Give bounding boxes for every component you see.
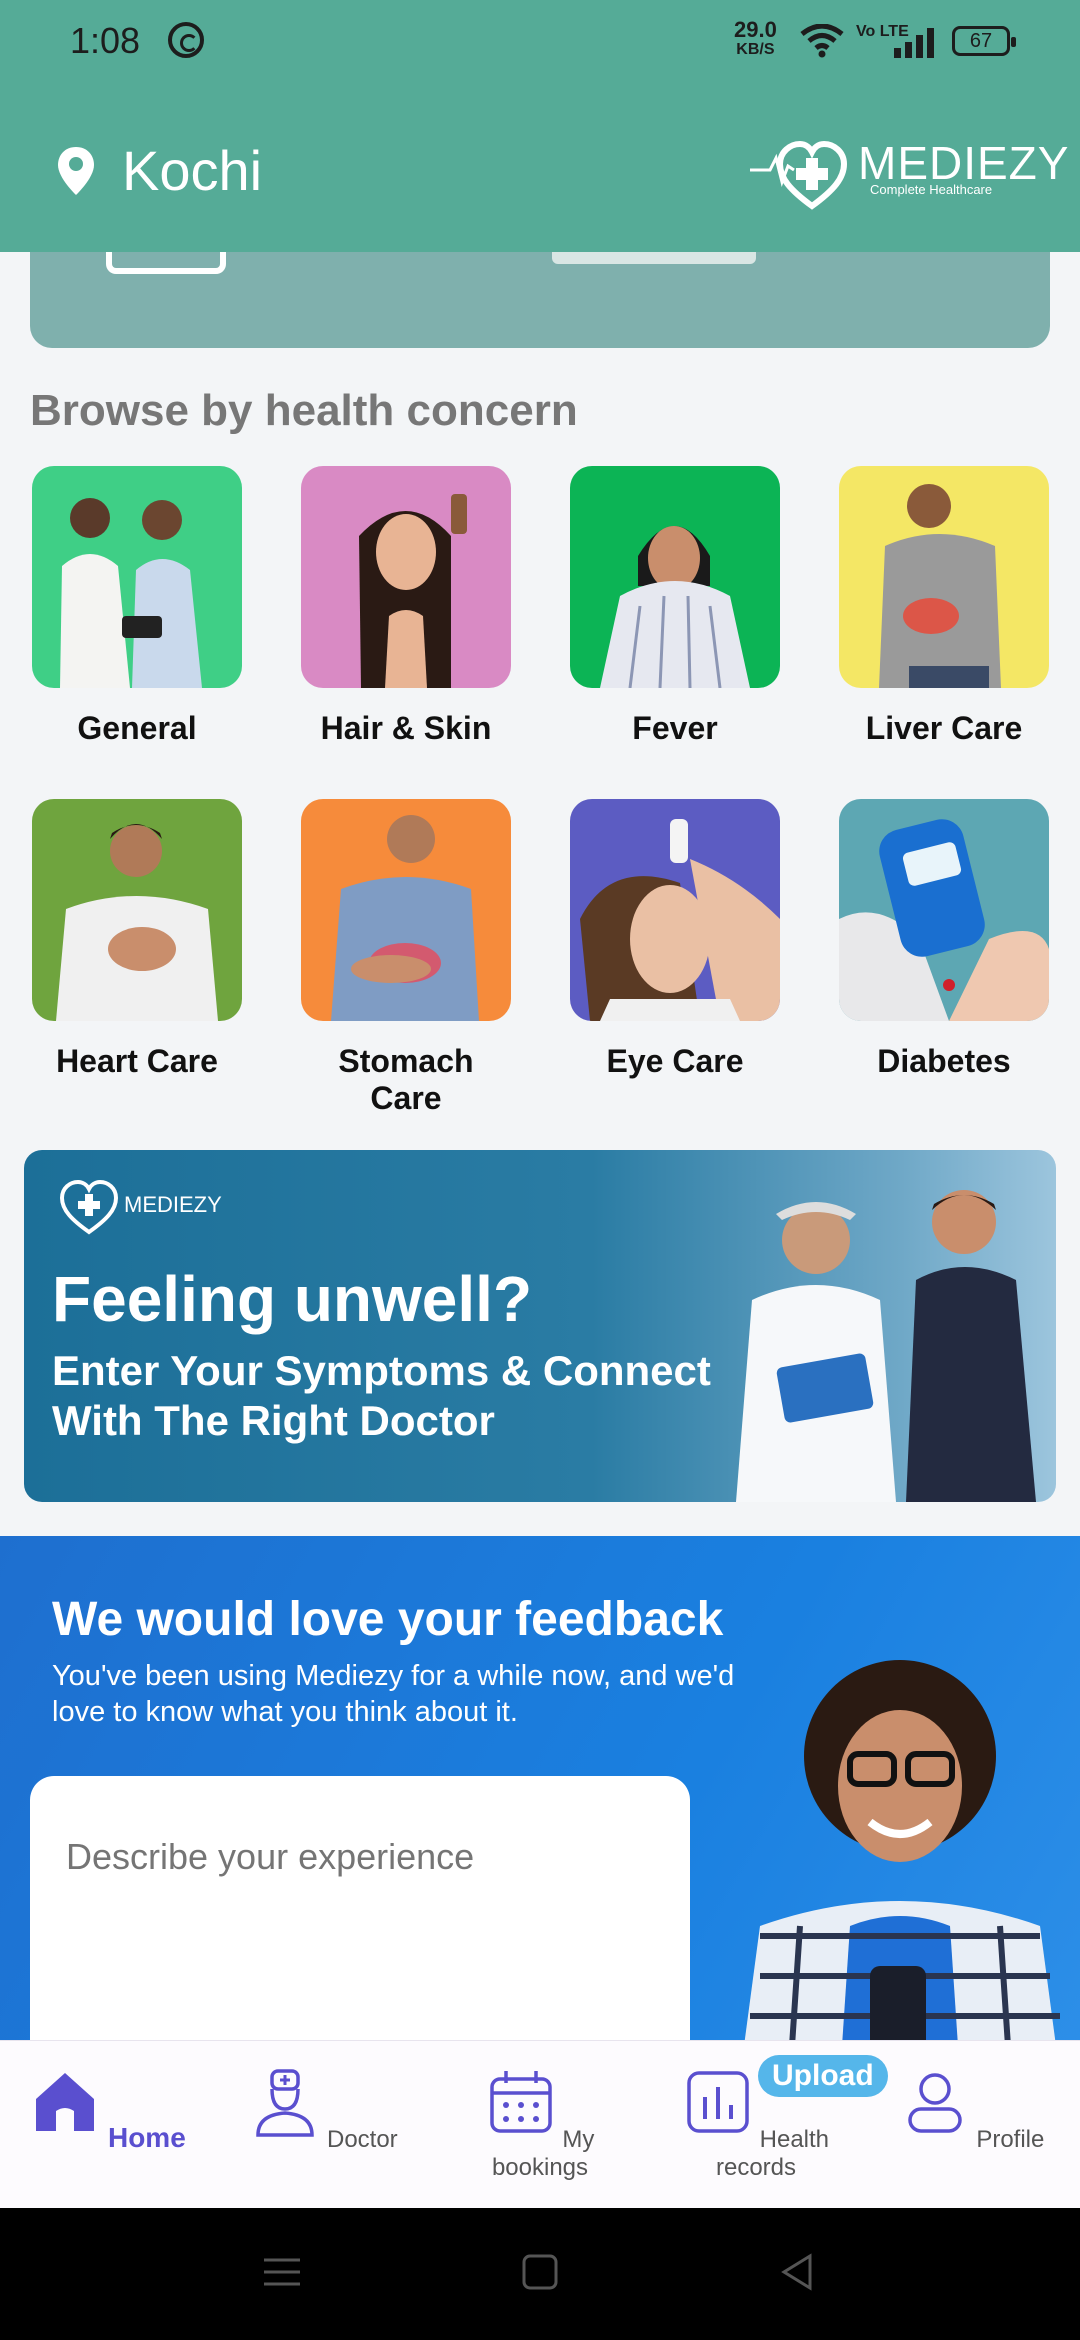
health-concern-grid: General Hair & Skin Fever Liver Care Hea… [32,466,1052,1117]
category-diabetes[interactable]: Diabetes [839,799,1049,1117]
status-time: 1:08 [70,20,141,61]
category-thumb [32,799,242,1021]
eye-drops-image [580,819,780,1021]
nav-doctor[interactable]: Doctor [224,2067,424,2154]
mediezy-logo: MEDIEZY Complete Healthcare [750,126,1068,216]
promo-logo: MEDIEZY [54,1170,222,1240]
section-title: Browse by health concern [30,386,578,435]
category-thumb [32,466,242,688]
stomach-pain-image [331,815,479,1021]
category-fever[interactable]: Fever [570,466,780,747]
home-icon [36,2073,95,2131]
category-label: Eye Care [606,1043,744,1079]
upload-badge[interactable]: Upload [758,2055,888,2097]
home-button-icon[interactable] [520,2252,560,2292]
category-label: Stomach Care [338,1043,474,1116]
liver-pain-image [879,484,1001,688]
woman-hair-image [359,494,467,688]
category-label: Heart Care [56,1043,218,1079]
category-thumb [839,799,1049,1021]
location-pin-icon [58,146,94,195]
feedback-input[interactable] [30,1776,690,2076]
network-speed-unit: KB/S [736,41,775,58]
system-nav-bar [0,2208,1080,2340]
category-thumb [570,799,780,1021]
nav-my-bookings[interactable]: My bookings [440,2067,640,2182]
nav-label: Doctor [326,2126,398,2153]
location-selector[interactable]: Kochi [56,138,262,203]
battery-icon: 67 [952,26,1016,56]
heart-pain-image [56,824,218,1021]
nav-label: Profile [976,2126,1045,2153]
whatsapp-icon [168,22,204,58]
app-header: 1:08 29.0 KB/S Vo LTE 67 Kochi MEDIEZY C… [0,0,1080,252]
brand-tagline: Complete Healthcare [870,182,993,197]
doctors-image [736,1190,1036,1502]
category-label: Diabetes [877,1043,1011,1079]
nav-home[interactable]: Home [8,2067,208,2154]
calendar-icon [489,2071,552,2133]
promo-logo-text: MEDIEZY [124,1192,222,1217]
status-bar: 1:08 29.0 KB/S Vo LTE 67 [0,0,1080,84]
banner-button [552,252,756,264]
category-thumb [301,466,511,688]
network-speed: 29.0 KB/S [734,17,777,60]
doctor-patient-image [60,498,202,688]
category-thumb [301,799,511,1021]
menu-icon[interactable] [262,2252,302,2292]
network-speed-value: 29.0 [734,17,777,42]
category-eye-care[interactable]: Eye Care [570,799,780,1117]
feedback-subtitle: You've been using Mediezy for a while no… [52,1660,735,1728]
symptom-checker-banner[interactable]: MEDIEZY Feeling unwell? Enter Your Sympt… [24,1150,1056,1502]
nav-label: Home [107,2122,186,2153]
category-stomach-care[interactable]: Stomach Care [301,799,511,1117]
category-label: Fever [632,710,718,746]
category-thumb [839,466,1049,688]
category-liver-care[interactable]: Liver Care [839,466,1049,747]
feedback-title: We would love your feedback [52,1593,724,1646]
category-label: Hair & Skin [320,710,492,746]
feedback-section: We would love your feedback You've been … [0,1536,1080,2076]
wifi-icon [800,24,844,58]
doctor-icon [256,2069,315,2137]
nav-profile[interactable]: Profile [872,2067,1072,2154]
signal-icon [894,28,934,58]
category-general[interactable]: General [32,466,242,747]
heart-cross-icon [59,1179,119,1235]
category-label: General [77,710,197,746]
promo-subline: Enter Your Symptoms & Connect With The R… [52,1347,711,1444]
category-thumb [570,466,780,688]
bottom-navigation: Home Doctor My bookings Health records P… [0,2040,1080,2208]
promo-headline: Feeling unwell? [52,1263,533,1335]
category-label: Liver Care [865,710,1023,746]
location-city: Kochi [122,139,263,202]
heart-cross-icon [750,140,848,210]
category-heart-care[interactable]: Heart Care [32,799,242,1117]
back-icon[interactable] [778,2252,818,2292]
profile-icon [907,2073,962,2133]
category-hair-skin[interactable]: Hair & Skin [301,466,511,747]
glucometer-image [839,819,1049,1021]
fever-woman-image [600,526,750,688]
records-icon [687,2071,749,2133]
smiling-man-image [740,1660,1060,2076]
